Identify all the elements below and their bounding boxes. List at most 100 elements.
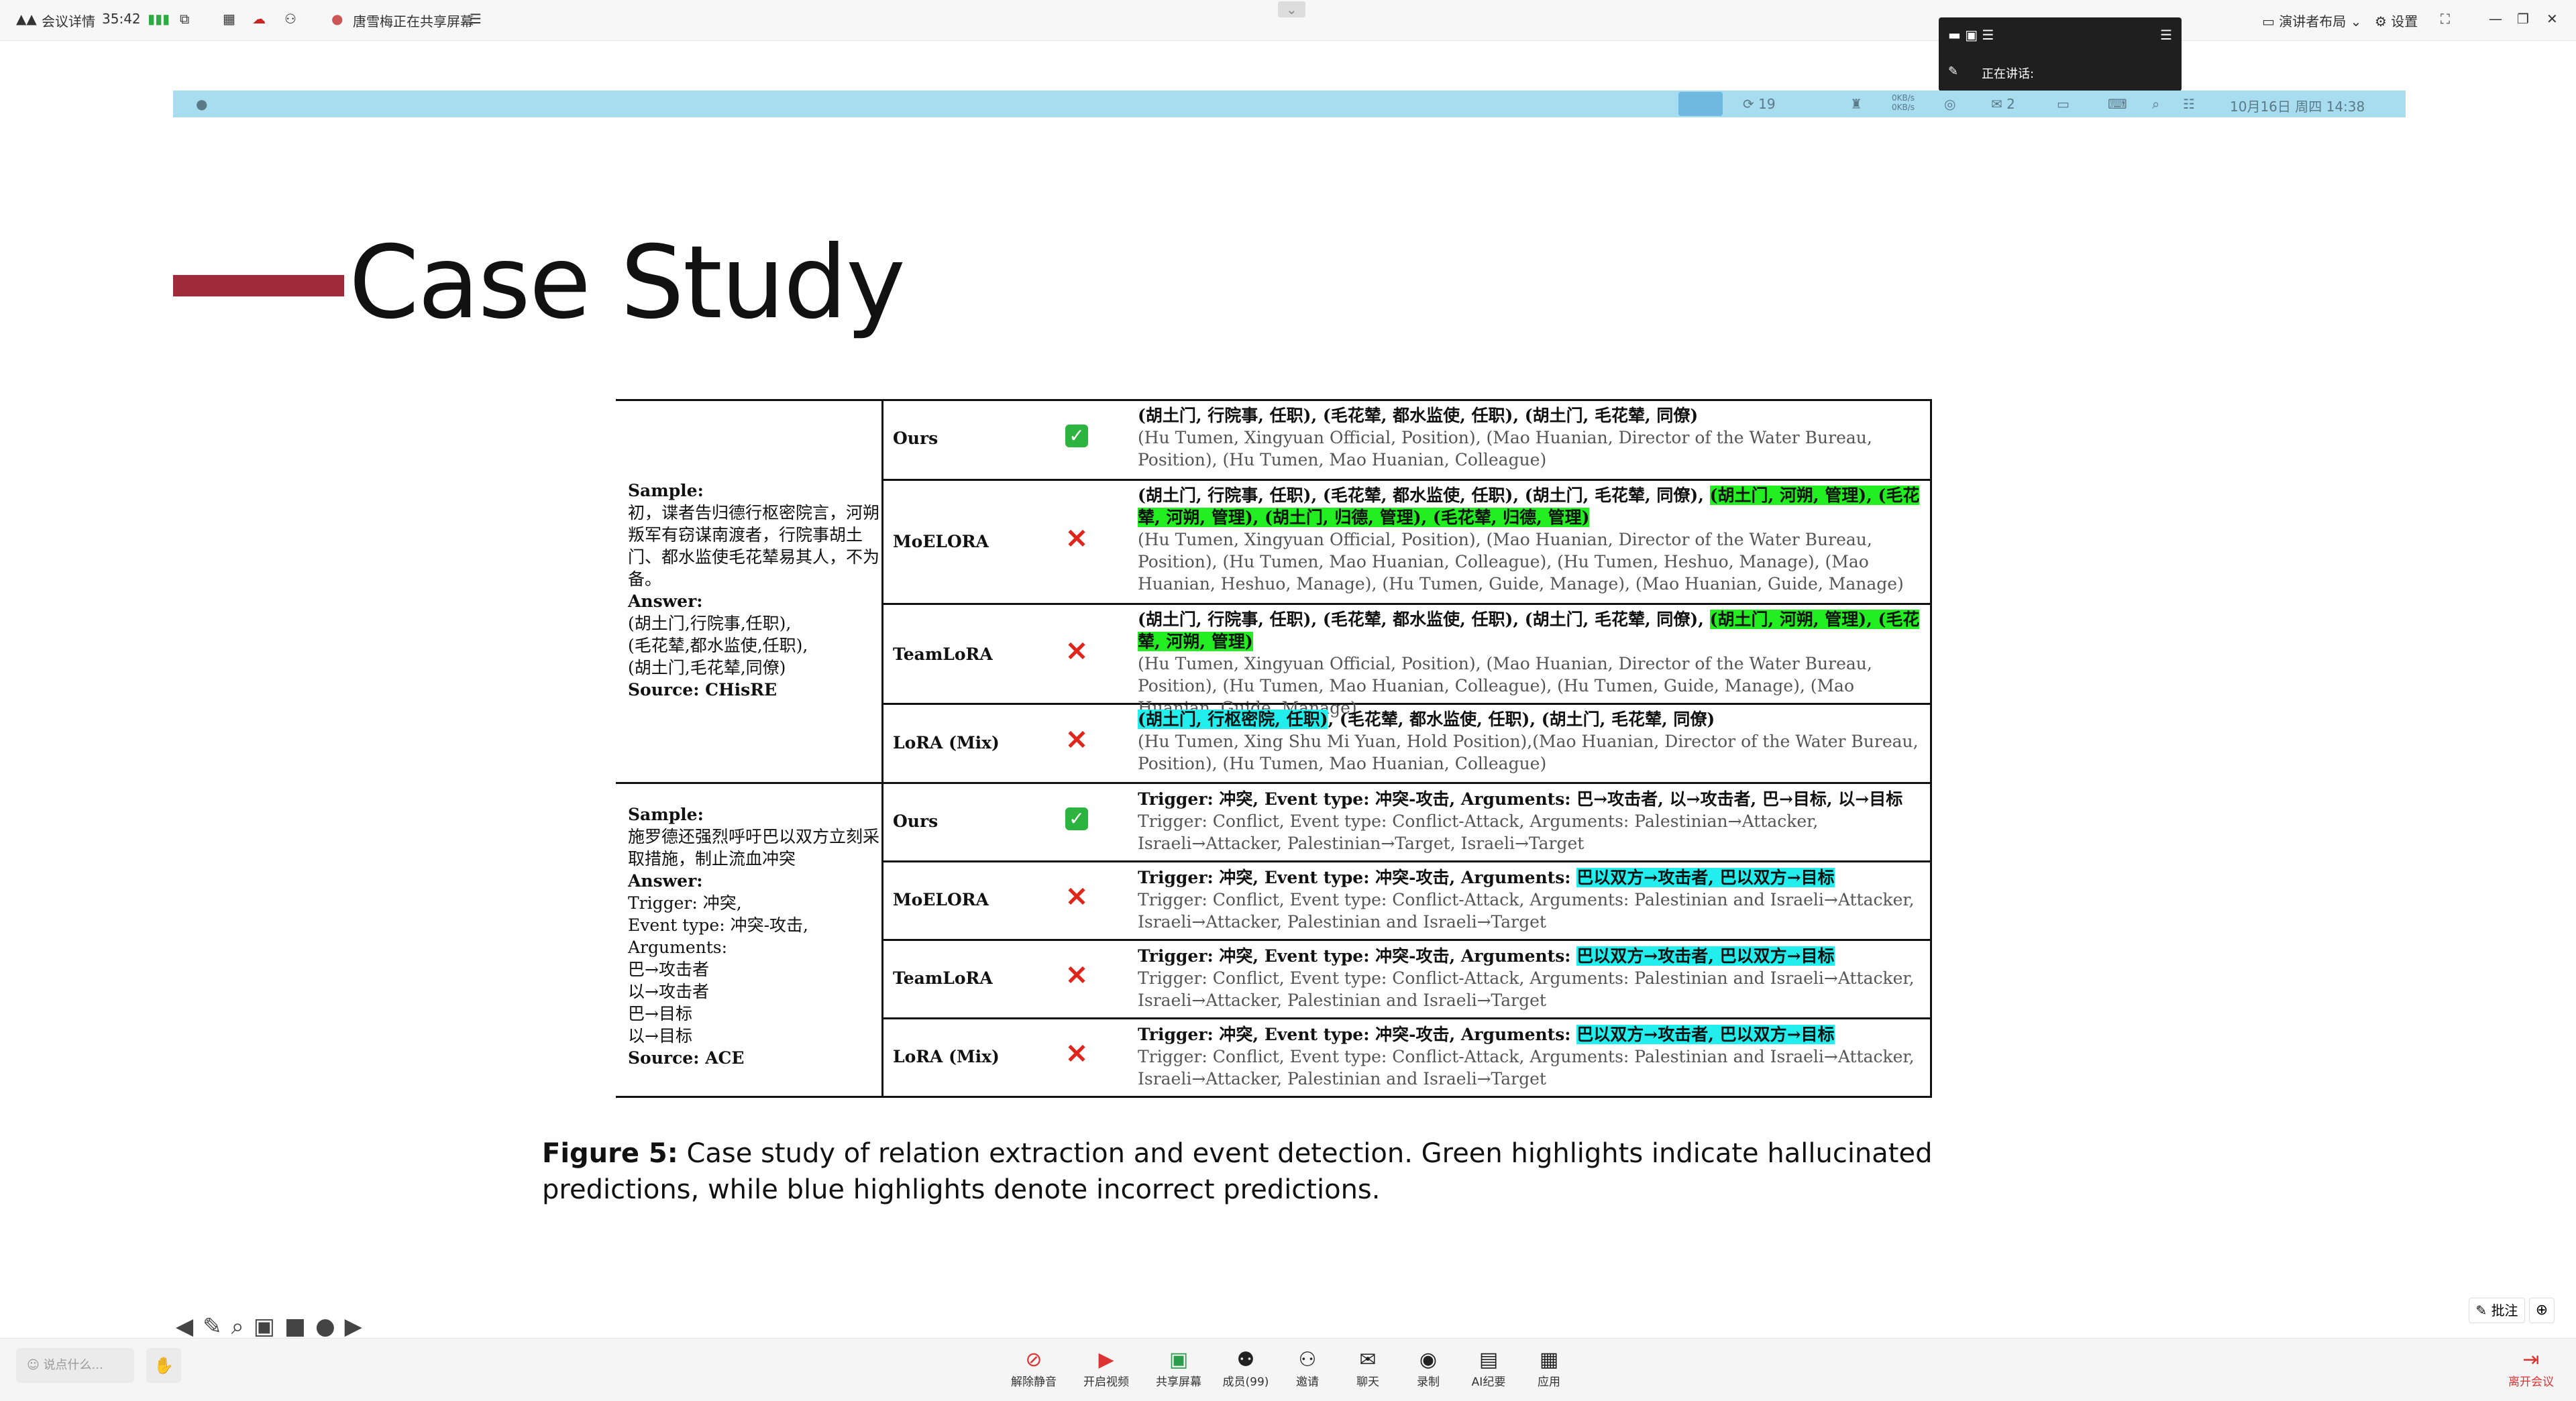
next-slide-icon[interactable]: ▶ — [345, 1313, 372, 1340]
share-menu-icon[interactable]: ☰ — [470, 11, 482, 27]
members-icon: ⚉ — [1236, 1348, 1255, 1371]
invite-icon: ⚇ — [1298, 1348, 1317, 1371]
share-screen-button[interactable]: ▣ 共享屏幕 — [1148, 1348, 1209, 1389]
close-icon[interactable]: ✕ — [2546, 11, 2558, 27]
answer-line: 以→攻击者 — [628, 982, 709, 1001]
answer-line: (胡土门,行院事,任职), — [628, 614, 792, 633]
caption-label: Figure 5: — [542, 1138, 678, 1169]
incorrect-highlight: 巴以双方→攻击者, 巴以双方→目标 — [1576, 1025, 1835, 1044]
mute-button[interactable]: ⊘ 解除静音 — [1004, 1348, 1064, 1389]
answer-line: 以→目标 — [628, 1026, 692, 1046]
raise-hand-icon[interactable]: ✋ — [146, 1348, 181, 1383]
apple-icon[interactable]: ● — [196, 96, 207, 112]
spotlight-search-icon[interactable]: ⌕ — [2152, 96, 2159, 112]
chat-icon: ✉ — [1359, 1348, 1377, 1371]
prediction-en: Trigger: Conflict, Event type: Conflict-… — [1138, 968, 1915, 1010]
wechat-icon[interactable]: ✉ 2 — [1991, 96, 2015, 112]
layout-button[interactable]: ▭ 演讲者布局 ⌄ — [2262, 11, 2361, 30]
app-icon-a[interactable]: ⟳ 19 — [1743, 96, 1776, 112]
app-icon-b[interactable]: ♜ — [1850, 96, 1862, 112]
settings-button[interactable]: ⚙ 设置 — [2375, 11, 2418, 30]
prediction-cell: (胡土门, 行院事, 任职), (毛花辇, 都水监使, 任职), (胡土门, 毛… — [1138, 404, 1921, 471]
caption-text: Case study of relation extraction and ev… — [542, 1138, 1933, 1205]
slide-title: Case Study — [349, 225, 906, 341]
ai-notes-button[interactable]: ▤ AI纪要 — [1458, 1348, 1519, 1389]
share-tool-icon[interactable]: ▦ — [223, 11, 235, 27]
view-toggle-icons[interactable]: ▬ ▣ ☰ — [1948, 27, 1994, 43]
app-icon-c[interactable]: ◎ — [1944, 96, 1955, 112]
answer-label: Answer: — [628, 871, 703, 891]
title-accent-bar — [173, 275, 344, 296]
cc-icon[interactable]: ▣ — [254, 1313, 284, 1340]
battery-icon[interactable]: ▭ — [2057, 96, 2070, 112]
cross-icon: ✕ — [1065, 960, 1088, 991]
prediction-zh: Trigger: 冲突, Event type: 冲突-攻击, Argument… — [1138, 946, 1577, 966]
source-label: Source: CHisRE — [628, 680, 777, 699]
record-icon: ◉ — [1419, 1348, 1438, 1371]
control-center-icon[interactable]: ☷ — [2183, 96, 2195, 112]
more-icon[interactable]: ● — [315, 1313, 345, 1340]
answer-line: (胡土门,毛花辇,同僚) — [628, 658, 786, 677]
ai-notes-icon: ▤ — [1479, 1348, 1499, 1371]
prediction-zh: Trigger: 冲突, Event type: 冲突-攻击, Argument… — [1138, 1025, 1577, 1044]
method-name: MoELORA — [893, 890, 989, 909]
method-name: LoRA (Mix) — [893, 1047, 1000, 1066]
apps-button[interactable]: ▦ 应用 — [1519, 1348, 1579, 1389]
apps-icon: ▦ — [1539, 1348, 1559, 1371]
answer-line: Trigger: 冲突, — [628, 893, 742, 913]
leave-meeting-button[interactable]: ⇥ 离开会议 — [2501, 1348, 2561, 1389]
sample-label: Sample: — [628, 481, 704, 500]
method-name: Ours — [893, 811, 938, 831]
prediction-cell: (胡土门, 行院事, 任职), (毛花辇, 都水监使, 任职), (胡土门, 毛… — [1138, 608, 1921, 719]
speaking-label: 正在讲话: — [1982, 67, 2035, 81]
source-label: Source: ACE — [628, 1048, 745, 1068]
answer-line: 巴→攻击者 — [628, 960, 709, 979]
fullscreen-icon[interactable]: ⛶ — [2440, 11, 2450, 27]
zoom-in-icon[interactable]: ⊕ — [2529, 1298, 2555, 1323]
sample-cell-ace: Sample: 施罗德还强烈呼吁巴以双方立刻采取措施，制止流血冲突 Answer… — [628, 803, 883, 1069]
restore-icon[interactable]: ❐ — [2517, 11, 2529, 27]
prediction-cell: Trigger: 冲突, Event type: 冲突-攻击, Argument… — [1138, 945, 1921, 1011]
method-name: LoRA (Mix) — [893, 733, 1000, 752]
method-name: MoELORA — [893, 532, 989, 551]
sample-text: 施罗德还强烈呼吁巴以双方立刻采取措施，制止流血冲突 — [628, 827, 880, 868]
video-button[interactable]: ▶ 开启视频 — [1076, 1348, 1136, 1389]
case-study-table: Sample: 初，谍者告归德行枢密院言，河朔叛军有窃谋南渡者，行院事胡土门、都… — [616, 399, 1932, 1098]
meeting-logo-icon: ▲▲ — [16, 11, 37, 27]
camera-icon[interactable]: ■ — [284, 1313, 315, 1340]
prediction-zh: (胡土门, 行院事, 任职), (毛花辇, 都水监使, 任职), (胡土门, 毛… — [1138, 486, 1710, 505]
prediction-en: Trigger: Conflict, Event type: Conflict-… — [1138, 1047, 1915, 1088]
cloud-icon[interactable]: ☁ — [252, 11, 266, 27]
prediction-en: Trigger: Conflict, Event type: Conflict-… — [1138, 811, 1819, 853]
prediction-zh: (胡土门, 行院事, 任职), (毛花辇, 都水监使, 任职), (胡土门, 毛… — [1138, 406, 1699, 425]
chat-input[interactable]: ☺ 说点什么... — [16, 1348, 134, 1383]
slide-nav-tools: ◀✎⌕▣■●▶ — [176, 1313, 372, 1340]
record-button[interactable]: ◉ 录制 — [1398, 1348, 1458, 1389]
keyboard-icon[interactable]: ⌨ — [2108, 96, 2127, 112]
zoom-icon[interactable]: ⌕ — [231, 1313, 254, 1340]
members-button[interactable]: ⚉ 成员(99) — [1216, 1348, 1276, 1389]
screen-mirror-icon[interactable] — [1678, 92, 1723, 116]
leave-icon: ⇥ — [2522, 1348, 2540, 1371]
collapse-chevron-icon[interactable]: ⌄ — [1278, 1, 1305, 17]
prediction-zh: , (毛花辇, 都水监使, 任职), (胡土门, 毛花辇, 同僚) — [1328, 710, 1715, 729]
people-icon[interactable]: ⚇ — [284, 11, 297, 27]
pen-icon[interactable]: ✎ — [203, 1313, 231, 1340]
speaker-menu-icon[interactable]: ☰ — [2160, 27, 2172, 43]
annotate-button[interactable]: ✎ 批注 — [2469, 1298, 2525, 1323]
invite-button[interactable]: ⚇ 邀请 — [1277, 1348, 1338, 1389]
chat-button[interactable]: ✉ 聊天 — [1338, 1348, 1398, 1389]
method-name: Ours — [893, 429, 938, 448]
sample-cell-chisre: Sample: 初，谍者告归德行枢密院言，河朔叛军有窃谋南渡者，行院事胡土门、都… — [628, 480, 883, 701]
prediction-zh: (胡土门, 行院事, 任职), (毛花辇, 都水监使, 任职), (胡土门, 毛… — [1138, 610, 1710, 629]
meeting-details-button[interactable]: 会议详情 — [42, 11, 95, 30]
minimize-icon[interactable]: — — [2489, 11, 2502, 27]
mic-icon: ✎ — [1948, 64, 1959, 78]
prev-slide-icon[interactable]: ◀ — [176, 1313, 203, 1340]
cross-icon: ✕ — [1065, 523, 1088, 555]
incorrect-highlight: 巴以双方→攻击者, 巴以双方→目标 — [1576, 946, 1835, 966]
method-name: TeamLoRA — [893, 645, 993, 664]
external-link-icon[interactable]: ⧉ — [180, 11, 189, 27]
answer-line: Event type: 冲突-攻击, — [628, 915, 808, 935]
figure-caption: Figure 5: Case study of relation extract… — [542, 1135, 2058, 1208]
